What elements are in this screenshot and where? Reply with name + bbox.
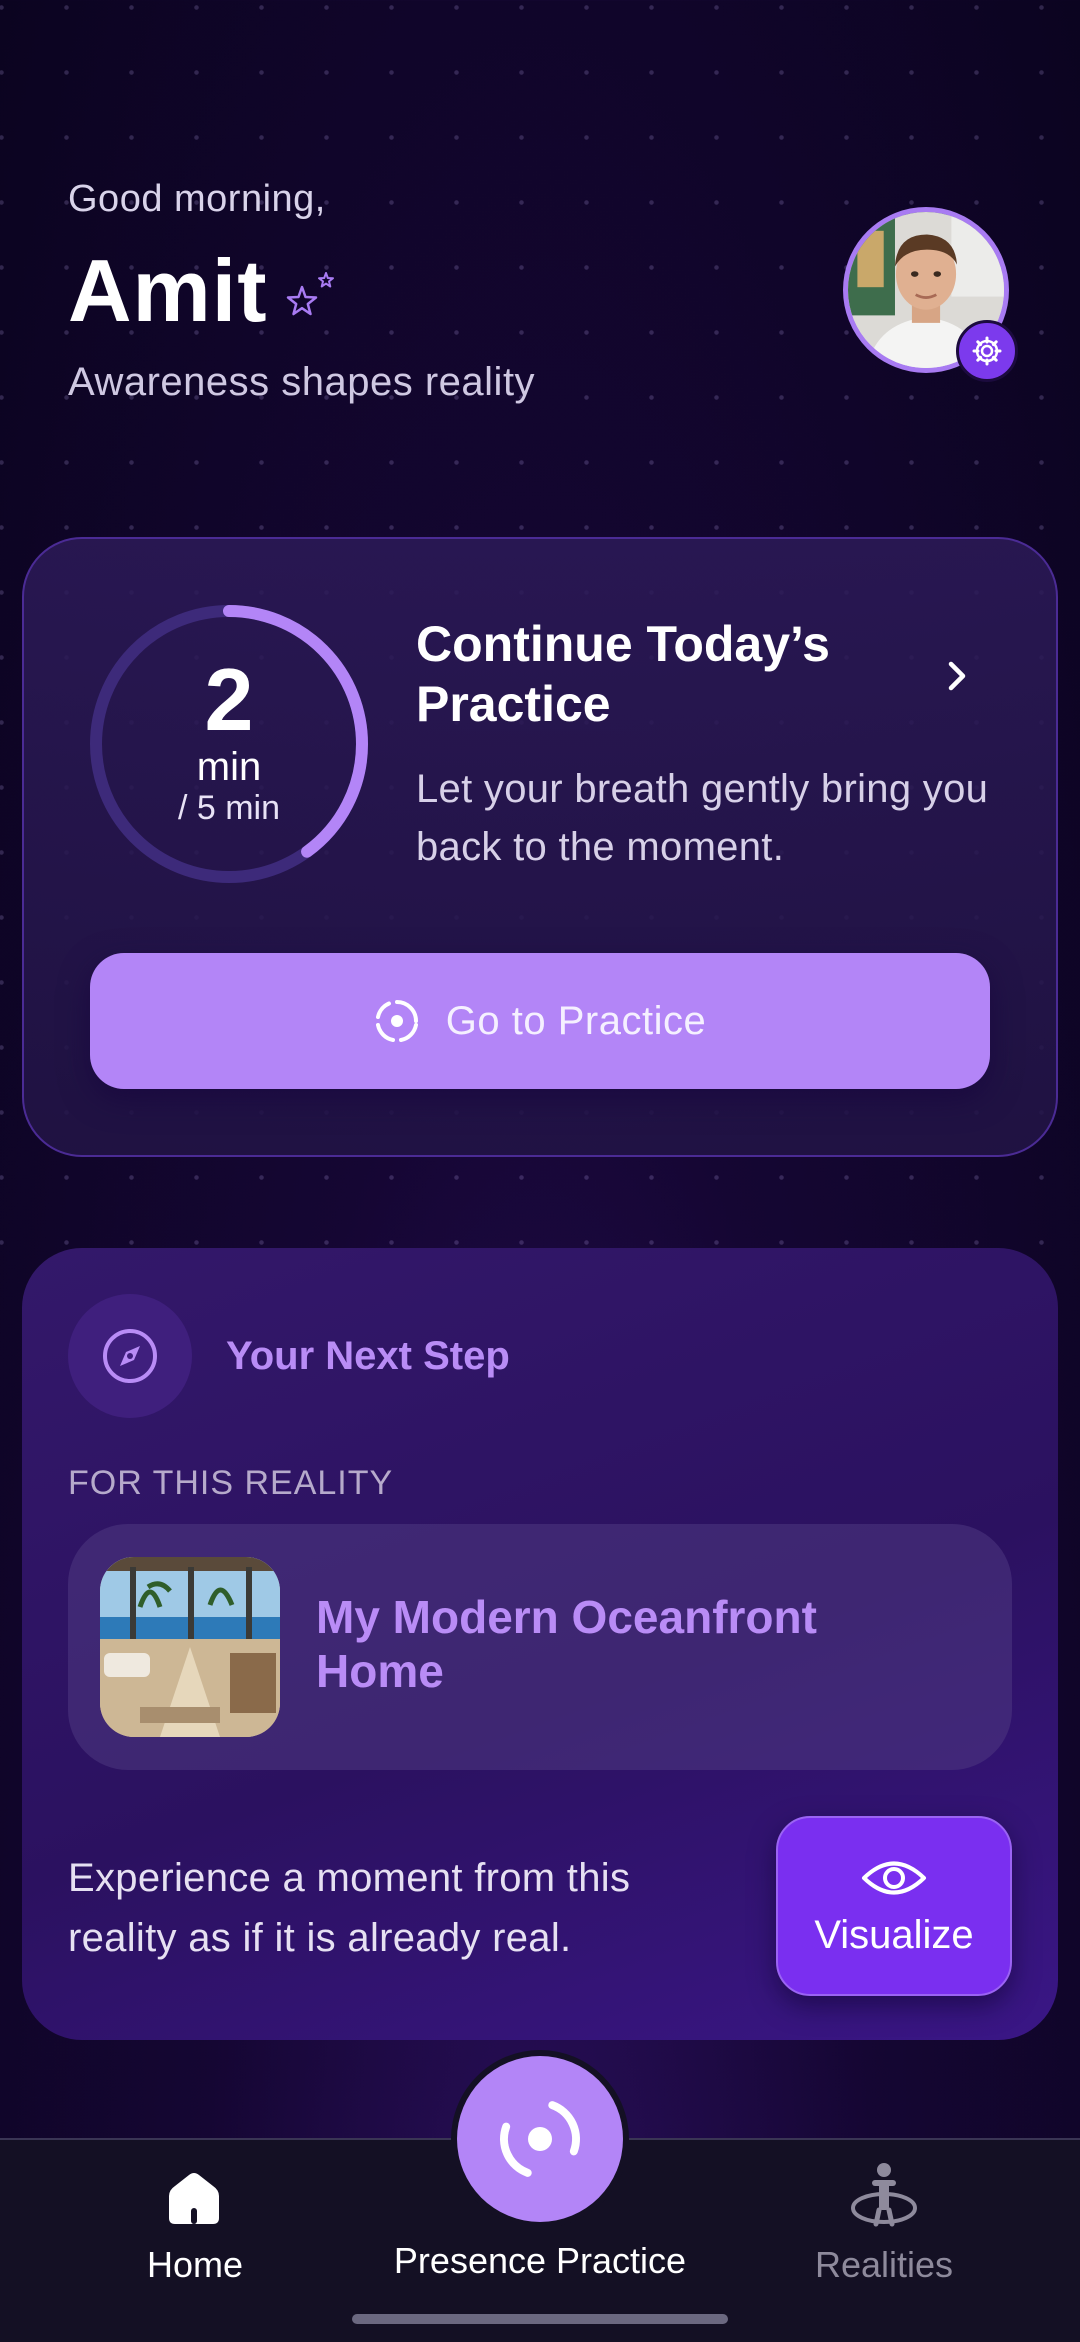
presence-practice-fab[interactable] (457, 2056, 623, 2222)
minutes-unit: min (196, 745, 262, 789)
nav-home-label[interactable]: Home (95, 2244, 295, 2286)
tagline-text: Awareness shapes reality (68, 360, 536, 404)
realities-icon[interactable] (848, 2160, 920, 2232)
nav-realities-label[interactable]: Realities (784, 2244, 984, 2286)
user-name: Amit (68, 241, 268, 340)
minutes-total: / 5 min (177, 789, 281, 827)
user-name-row: Amit (68, 240, 340, 342)
minutes-done: 2 (204, 650, 254, 749)
visualize-label: Visualize (814, 1912, 974, 1957)
eye-icon (862, 1861, 926, 1894)
presence-icon (375, 1000, 418, 1042)
practice-title[interactable]: Continue Today’s Practice (416, 614, 916, 734)
practice-progress-text: 2 min / 5 min (86, 601, 372, 887)
next-step-title: Your Next Step (226, 1334, 510, 1378)
for-this-reality-label: FOR THIS REALITY (68, 1464, 394, 1502)
compass-icon (103, 1329, 157, 1383)
settings-gear-icon[interactable] (956, 320, 1018, 382)
chevron-right-icon[interactable] (937, 656, 977, 696)
next-step-description: Experience a moment from this reality as… (68, 1856, 631, 1960)
sparkle-stars-icon (286, 272, 334, 316)
go-to-practice-button[interactable]: Go to Practice (90, 953, 990, 1089)
nav-presence-label[interactable]: Presence Practice (340, 2240, 740, 2282)
home-indicator[interactable] (352, 2314, 728, 2324)
presence-icon (500, 2101, 580, 2177)
oceanfront-home-image (100, 1557, 280, 1737)
reality-thumbnail (100, 1557, 280, 1737)
practice-description: Let your breath gently bring you back to… (416, 767, 989, 869)
gear-icon (972, 336, 1002, 366)
greeting-text: Good morning, (68, 178, 326, 220)
visualize-button[interactable]: Visualize (776, 1816, 1012, 1996)
go-to-practice-label: Go to Practice (445, 998, 707, 1043)
home-icon[interactable] (163, 2168, 225, 2230)
compass-badge (68, 1294, 192, 1418)
reality-name[interactable]: My Modern Oceanfront Home (316, 1590, 936, 1698)
